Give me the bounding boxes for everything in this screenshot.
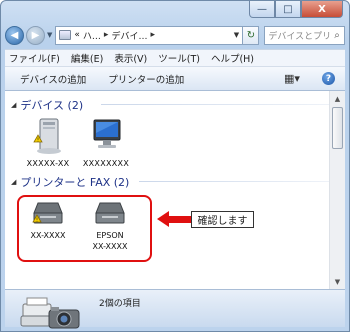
caption-buttons: — □ X bbox=[249, 1, 343, 18]
menu-view[interactable]: 表示(V) bbox=[114, 51, 147, 65]
menu-help[interactable]: ヘルプ(H) bbox=[211, 51, 254, 65]
search-placeholder: デバイスとプリン… bbox=[268, 31, 330, 42]
devices-and-printers-window: — □ X ◀ ▶ ▼ « ハ… ▸ デバイ… ▸ ▼ ↻ デバイスとプリン… … bbox=[0, 0, 350, 332]
breadcrumb-separator-icon[interactable]: ▸ bbox=[104, 30, 109, 40]
close-button[interactable]: X bbox=[301, 1, 343, 18]
control-panel-icon bbox=[59, 30, 72, 40]
monitor-icon bbox=[93, 119, 121, 148]
breadcrumb-devices[interactable]: デバイ… bbox=[111, 29, 147, 42]
highlight-frame bbox=[17, 195, 152, 262]
forward-button[interactable]: ▶ bbox=[26, 25, 45, 45]
device-monitor[interactable]: XXXXXXXX bbox=[77, 117, 135, 169]
printers-group-title: プリンターと FAX (2) bbox=[20, 176, 130, 189]
vertical-scrollbar[interactable]: ▲ ▼ bbox=[329, 91, 345, 289]
add-device-button[interactable]: デバイスの追加 bbox=[20, 72, 86, 86]
refresh-icon[interactable]: ↻ bbox=[243, 25, 260, 45]
device-label: XXXXXXXX bbox=[82, 159, 130, 168]
address-row: ◀ ▶ ▼ « ハ… ▸ デバイ… ▸ ▼ ↻ デバイスとプリン… ⌕ bbox=[5, 24, 345, 46]
help-icon[interactable]: ? bbox=[322, 72, 335, 85]
view-options-icon[interactable]: ▦▾ bbox=[284, 72, 300, 85]
maximize-button[interactable]: □ bbox=[275, 1, 301, 18]
minimize-button[interactable]: — bbox=[249, 1, 275, 18]
address-bar[interactable]: « ハ… ▸ デバイ… ▸ ▼ bbox=[55, 25, 244, 45]
group-divider bbox=[101, 104, 329, 105]
details-pane: 2個の項目 bbox=[5, 289, 345, 329]
menu-file[interactable]: ファイル(F) bbox=[9, 51, 60, 65]
search-input[interactable]: デバイスとプリン… ⌕ bbox=[264, 25, 345, 45]
callout-label: 確認します bbox=[191, 211, 254, 228]
scroll-up-icon[interactable]: ▲ bbox=[330, 91, 345, 106]
address-overflow-chevron[interactable]: « bbox=[74, 30, 80, 40]
command-bar: デバイスの追加 プリンターの追加 ▦▾ ? bbox=[5, 67, 345, 91]
collapse-icon[interactable]: ◢ bbox=[11, 101, 16, 109]
scroll-thumb[interactable] bbox=[332, 107, 343, 149]
callout-arrow-icon bbox=[157, 211, 169, 227]
group-divider bbox=[139, 181, 329, 182]
collapse-icon[interactable]: ◢ bbox=[11, 178, 16, 186]
breadcrumb-separator-icon[interactable]: ▸ bbox=[150, 30, 155, 40]
pc-tower-icon: ! bbox=[33, 118, 61, 154]
svg-text:!: ! bbox=[37, 138, 39, 144]
menu-tools[interactable]: ツール(T) bbox=[158, 51, 200, 65]
add-printer-button[interactable]: プリンターの追加 bbox=[108, 72, 184, 86]
devices-group-header[interactable]: ◢ デバイス (2) bbox=[11, 97, 83, 113]
device-label: XXXXX-XX bbox=[26, 159, 70, 168]
back-button[interactable]: ◀ bbox=[5, 25, 24, 45]
content-pane: ◢ デバイス (2) ! XXXXX-XX XXXXXXXX ◢ プリンターと … bbox=[5, 91, 345, 289]
menu-bar: ファイル(F) 編集(E) 表示(V) ツール(T) ヘルプ(H) bbox=[5, 49, 345, 67]
breadcrumb-hardware[interactable]: ハ… bbox=[83, 29, 101, 42]
devices-group-title: デバイス (2) bbox=[20, 99, 84, 112]
scroll-down-icon[interactable]: ▼ bbox=[330, 274, 345, 289]
search-icon[interactable]: ⌕ bbox=[330, 30, 344, 41]
recent-pages-dropdown[interactable]: ▼ bbox=[47, 31, 52, 39]
printers-group-header[interactable]: ◢ プリンターと FAX (2) bbox=[11, 174, 129, 190]
callout-arrow-shaft bbox=[169, 216, 191, 223]
item-count-text: 2個の項目 bbox=[99, 299, 141, 309]
menu-edit[interactable]: 編集(E) bbox=[71, 51, 103, 65]
device-pc[interactable]: ! XXXXX-XX bbox=[19, 117, 77, 169]
devices-printers-icon bbox=[20, 297, 80, 329]
address-dropdown-icon[interactable]: ▼ bbox=[230, 31, 242, 39]
